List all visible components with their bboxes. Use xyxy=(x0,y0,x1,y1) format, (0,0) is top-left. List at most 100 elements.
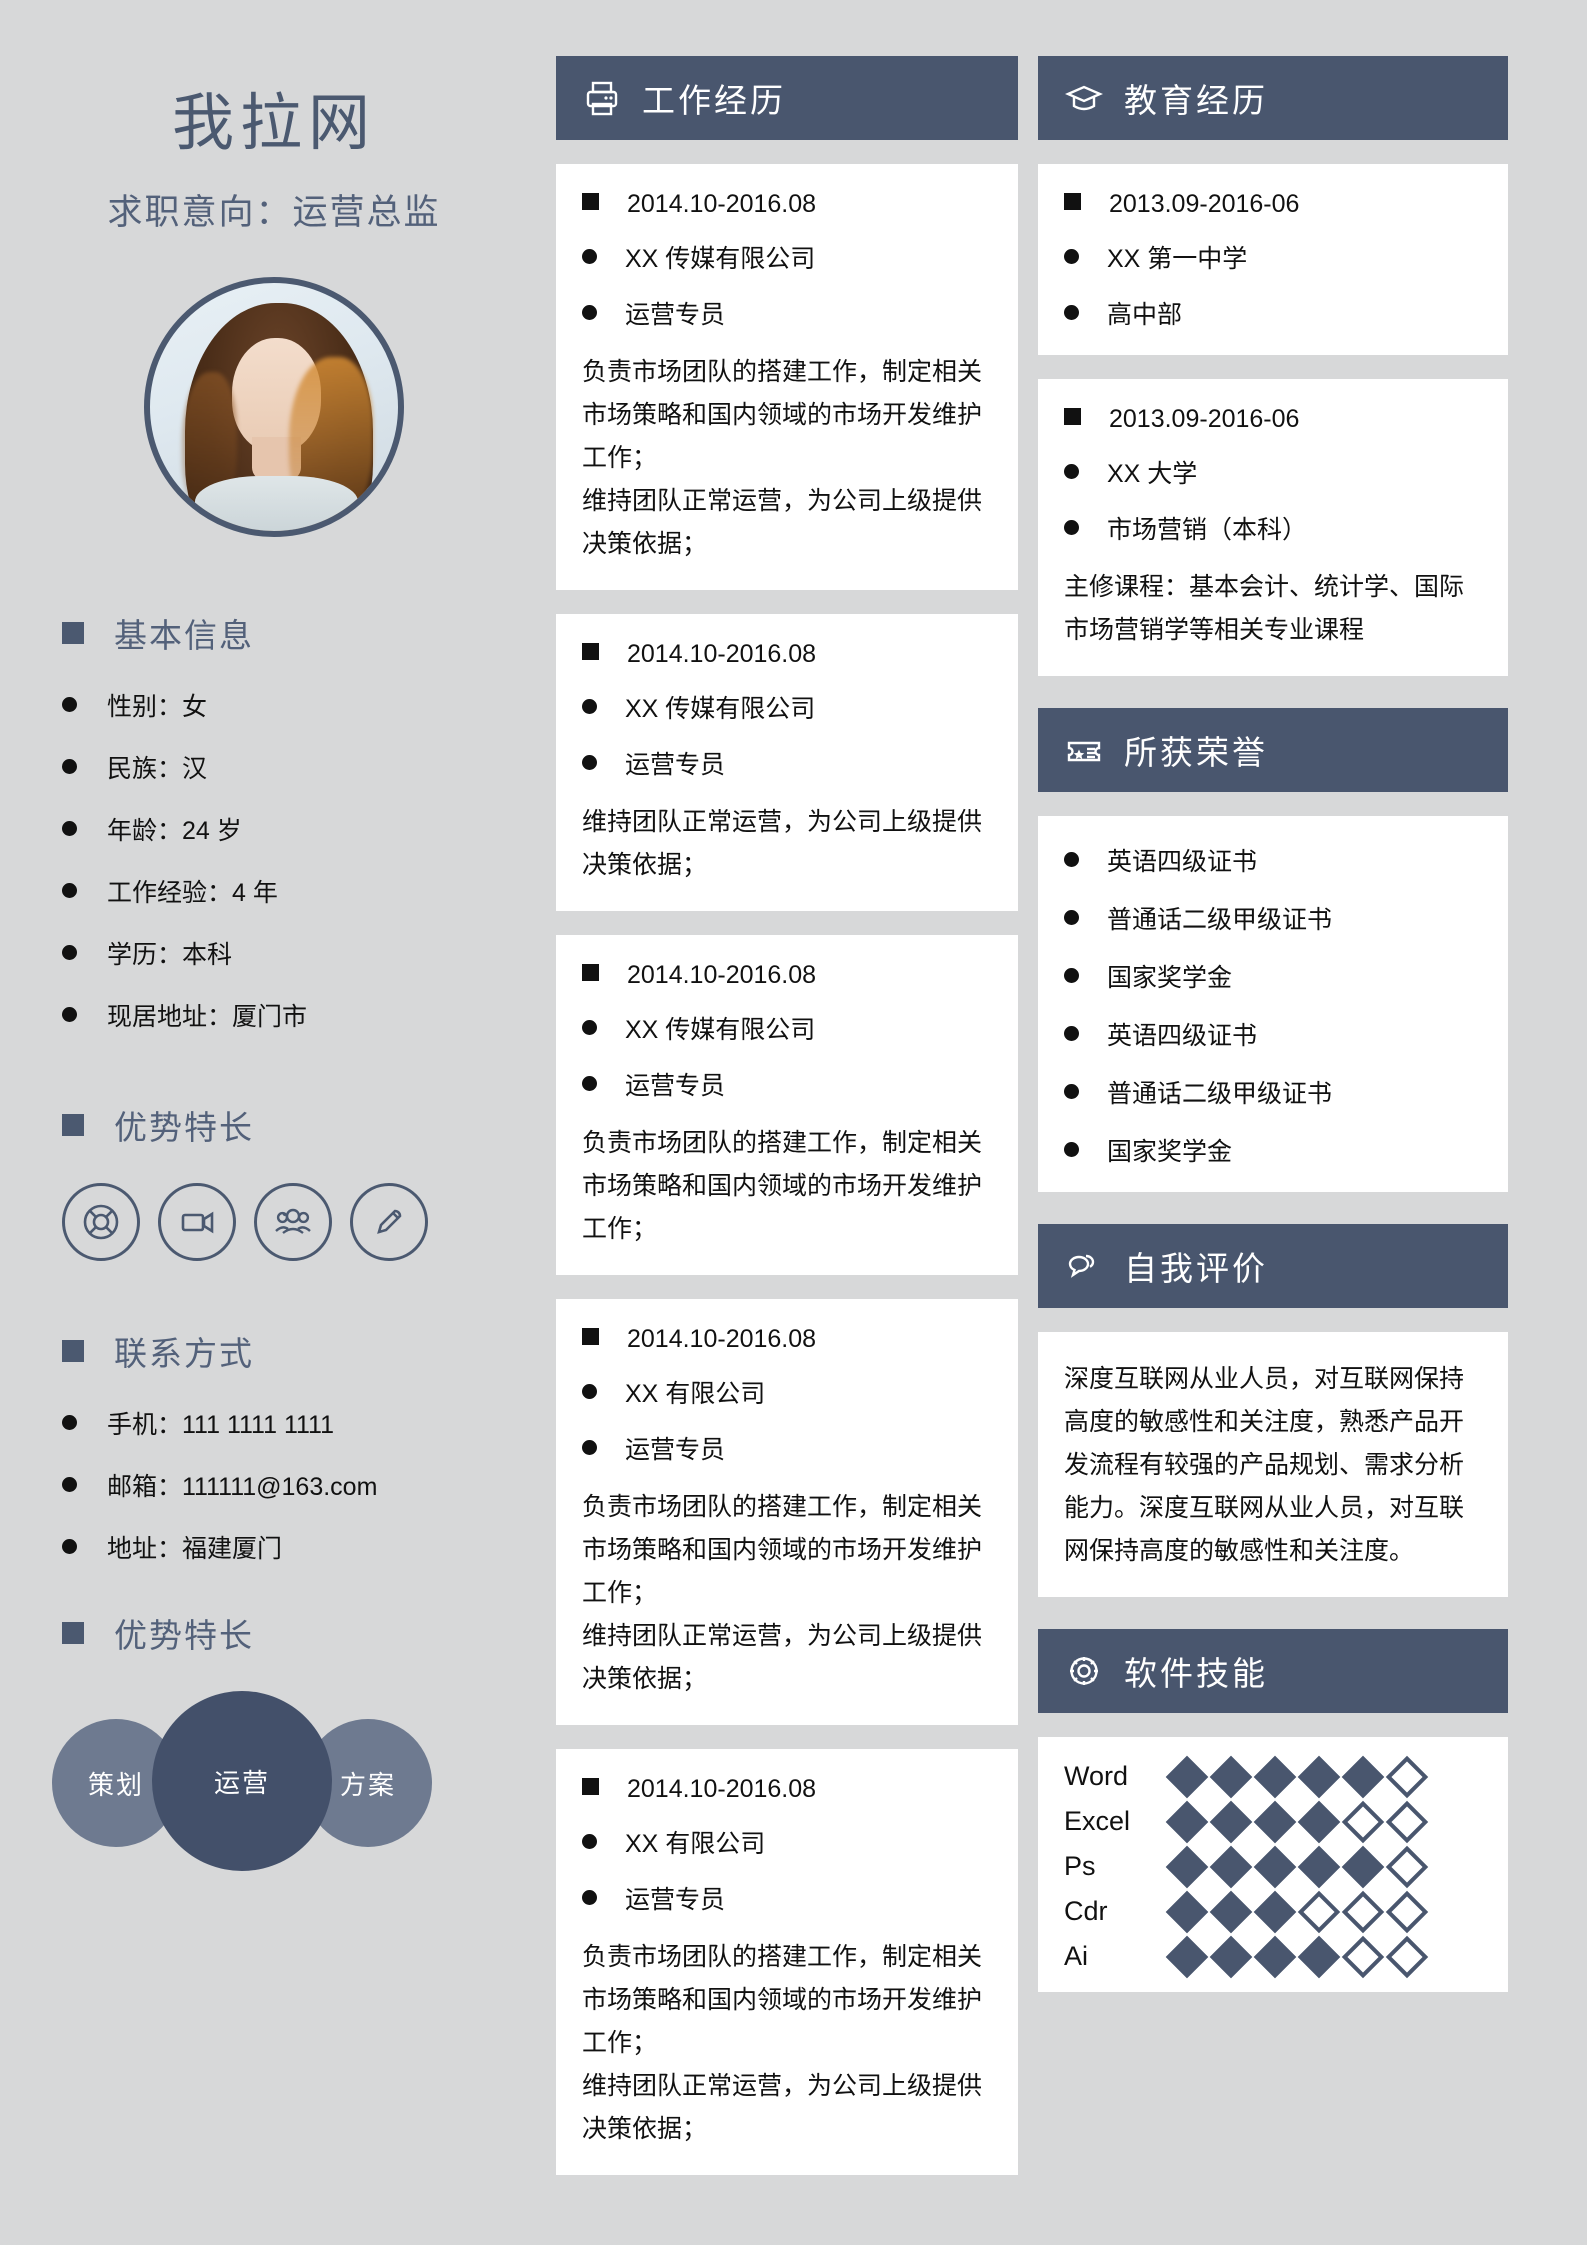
work-company: XX 传媒有限公司 xyxy=(625,1016,816,1044)
honor-label: 英语四级证书 xyxy=(1107,1022,1258,1050)
diamond-filled-icon xyxy=(1165,1845,1209,1888)
list-item-label: 现居地址：厦门市 xyxy=(107,1003,308,1031)
dot-bullet-icon xyxy=(62,883,77,898)
strength-bubble-group: 策划 方案 运营 xyxy=(52,1691,548,1876)
section-header-honors: 所获荣誉 xyxy=(1038,708,1508,792)
self-eval-card: 深度互联网从业人员，对互联网保持高度的敏感性和关注度，熟悉产品开发流程有较强的产… xyxy=(1038,1332,1508,1597)
dot-bullet-icon xyxy=(582,1890,597,1905)
diamond-filled-icon xyxy=(1165,1935,1209,1978)
work-experience-column: 工作经历 2014.10-2016.08 XX 传媒有限公司 运营专员 负责市场… xyxy=(556,0,1018,2199)
list-item: 2014.10-2016.08 xyxy=(582,1325,992,1354)
honor-label: 国家奖学金 xyxy=(1107,964,1233,992)
skill-rating xyxy=(1165,1890,1429,1933)
job-objective: 求职意向：运营总监 xyxy=(107,193,441,232)
square-bullet-icon xyxy=(582,643,599,660)
list-item: 工作经验：4 年 xyxy=(62,873,548,909)
work-company: XX 传媒有限公司 xyxy=(625,695,816,723)
graduation-cap-icon xyxy=(1065,85,1103,111)
work-entry-card: 2014.10-2016.08 XX 传媒有限公司 运营专员 维持团队正常运营，… xyxy=(556,614,1018,911)
diamond-empty-icon xyxy=(1385,1845,1429,1888)
work-company: XX 有限公司 xyxy=(625,1830,766,1858)
dot-bullet-icon xyxy=(1064,249,1079,264)
dot-bullet-icon xyxy=(62,821,77,836)
section-header-strengths: 优势特长 xyxy=(62,1101,548,1149)
skill-name: Cdr xyxy=(1064,1896,1108,1926)
dot-bullet-icon xyxy=(62,697,77,712)
honors-list: 英语四级证书 普通话二级甲级证书 国家奖学金 英语四级证书 普通话二级甲级证书 … xyxy=(1064,842,1482,1168)
people-group-icon xyxy=(254,1183,332,1261)
ticket-icon xyxy=(1067,741,1101,762)
skill-rating xyxy=(1165,1755,1429,1798)
dot-bullet-icon xyxy=(1064,520,1079,535)
skill-rating xyxy=(1165,1800,1429,1843)
diamond-filled-icon xyxy=(1297,1800,1341,1843)
diamond-filled-icon xyxy=(1253,1890,1297,1933)
list-item: 2014.10-2016.08 xyxy=(582,961,992,990)
edu-dept: 高中部 xyxy=(1107,301,1183,329)
list-item: XX 传媒有限公司 xyxy=(582,1010,992,1046)
work-description: 负责市场团队的搭建工作，制定相关市场策略和国内领域的市场开发维护工作； xyxy=(582,358,983,472)
diamond-filled-icon xyxy=(1209,1935,1253,1978)
dot-bullet-icon xyxy=(1064,1142,1079,1157)
square-bullet-icon xyxy=(62,1114,84,1136)
honor-label: 国家奖学金 xyxy=(1107,1138,1233,1166)
edu-period: 2013.09-2016-06 xyxy=(1109,190,1300,218)
square-bullet-icon xyxy=(582,1328,599,1345)
diamond-filled-icon xyxy=(1209,1890,1253,1933)
square-bullet-icon xyxy=(62,1340,84,1362)
edu-school: XX 第一中学 xyxy=(1107,245,1248,273)
pen-icon xyxy=(350,1183,428,1261)
dot-bullet-icon xyxy=(582,755,597,770)
section-title: 优势特长 xyxy=(114,1109,254,1146)
section-title: 教育经历 xyxy=(1124,82,1268,119)
work-period: 2014.10-2016.08 xyxy=(627,190,817,218)
work-period: 2014.10-2016.08 xyxy=(627,1325,817,1353)
list-item: 2014.10-2016.08 xyxy=(582,1775,992,1804)
dot-bullet-icon xyxy=(582,305,597,320)
section-header-contact: 联系方式 xyxy=(62,1327,548,1375)
square-bullet-icon xyxy=(582,1778,599,1795)
dot-bullet-icon xyxy=(582,1384,597,1399)
list-item: 现居地址：厦门市 xyxy=(62,997,548,1033)
work-role: 运营专员 xyxy=(625,1072,726,1100)
strength-bubble-primary: 运营 xyxy=(152,1691,332,1871)
skill-row: Cdr xyxy=(1064,1890,1482,1933)
section-title: 基本信息 xyxy=(114,617,254,654)
section-title: 软件技能 xyxy=(1124,1655,1268,1692)
dot-bullet-icon xyxy=(582,1834,597,1849)
list-item: 国家奖学金 xyxy=(1064,1132,1482,1168)
work-company: XX 有限公司 xyxy=(625,1380,766,1408)
dot-bullet-icon xyxy=(1064,852,1079,867)
diamond-filled-icon xyxy=(1253,1845,1297,1888)
list-item: 运营专员 xyxy=(582,1880,992,1916)
work-description: 负责市场团队的搭建工作，制定相关市场策略和国内领域的市场开发维护工作； xyxy=(582,1943,983,2057)
diamond-empty-icon xyxy=(1385,1800,1429,1843)
skill-row: Word xyxy=(1064,1755,1482,1798)
dot-bullet-icon xyxy=(582,1020,597,1035)
diamond-filled-icon xyxy=(1209,1755,1253,1798)
list-item: 运营专员 xyxy=(582,745,992,781)
video-camera-icon xyxy=(158,1183,236,1261)
list-item: 性别：女 xyxy=(62,687,548,723)
dot-bullet-icon xyxy=(1064,1026,1079,1041)
list-item: XX 传媒有限公司 xyxy=(582,689,992,725)
skill-name: Excel xyxy=(1064,1806,1131,1836)
dot-bullet-icon xyxy=(62,759,77,774)
square-bullet-icon xyxy=(1064,408,1081,425)
dot-bullet-icon xyxy=(62,1007,77,1022)
list-item: 学历：本科 xyxy=(62,935,548,971)
list-item: 国家奖学金 xyxy=(1064,958,1482,994)
right-column: 教育经历 2013.09-2016-06 XX 第一中学 高中部 2013.09… xyxy=(1038,0,1508,1992)
list-item: 英语四级证书 xyxy=(1064,1016,1482,1052)
section-title: 联系方式 xyxy=(114,1335,254,1372)
list-item: XX 第一中学 xyxy=(1064,239,1482,275)
resume-page: 我拉网 求职意向：运营总监 基本信息 性别：女 民族：汉 年龄：24 岁 工作经… xyxy=(0,0,1587,2245)
list-item: 邮箱：111111@163.com xyxy=(62,1467,548,1503)
work-period: 2014.10-2016.08 xyxy=(627,640,817,668)
skill-rating xyxy=(1165,1935,1429,1978)
work-entry-card: 2014.10-2016.08 XX 有限公司 运营专员 负责市场团队的搭建工作… xyxy=(556,1299,1018,1725)
diamond-filled-icon xyxy=(1341,1755,1385,1798)
dot-bullet-icon xyxy=(582,1440,597,1455)
list-item: XX 大学 xyxy=(1064,454,1482,490)
square-bullet-icon xyxy=(582,964,599,981)
